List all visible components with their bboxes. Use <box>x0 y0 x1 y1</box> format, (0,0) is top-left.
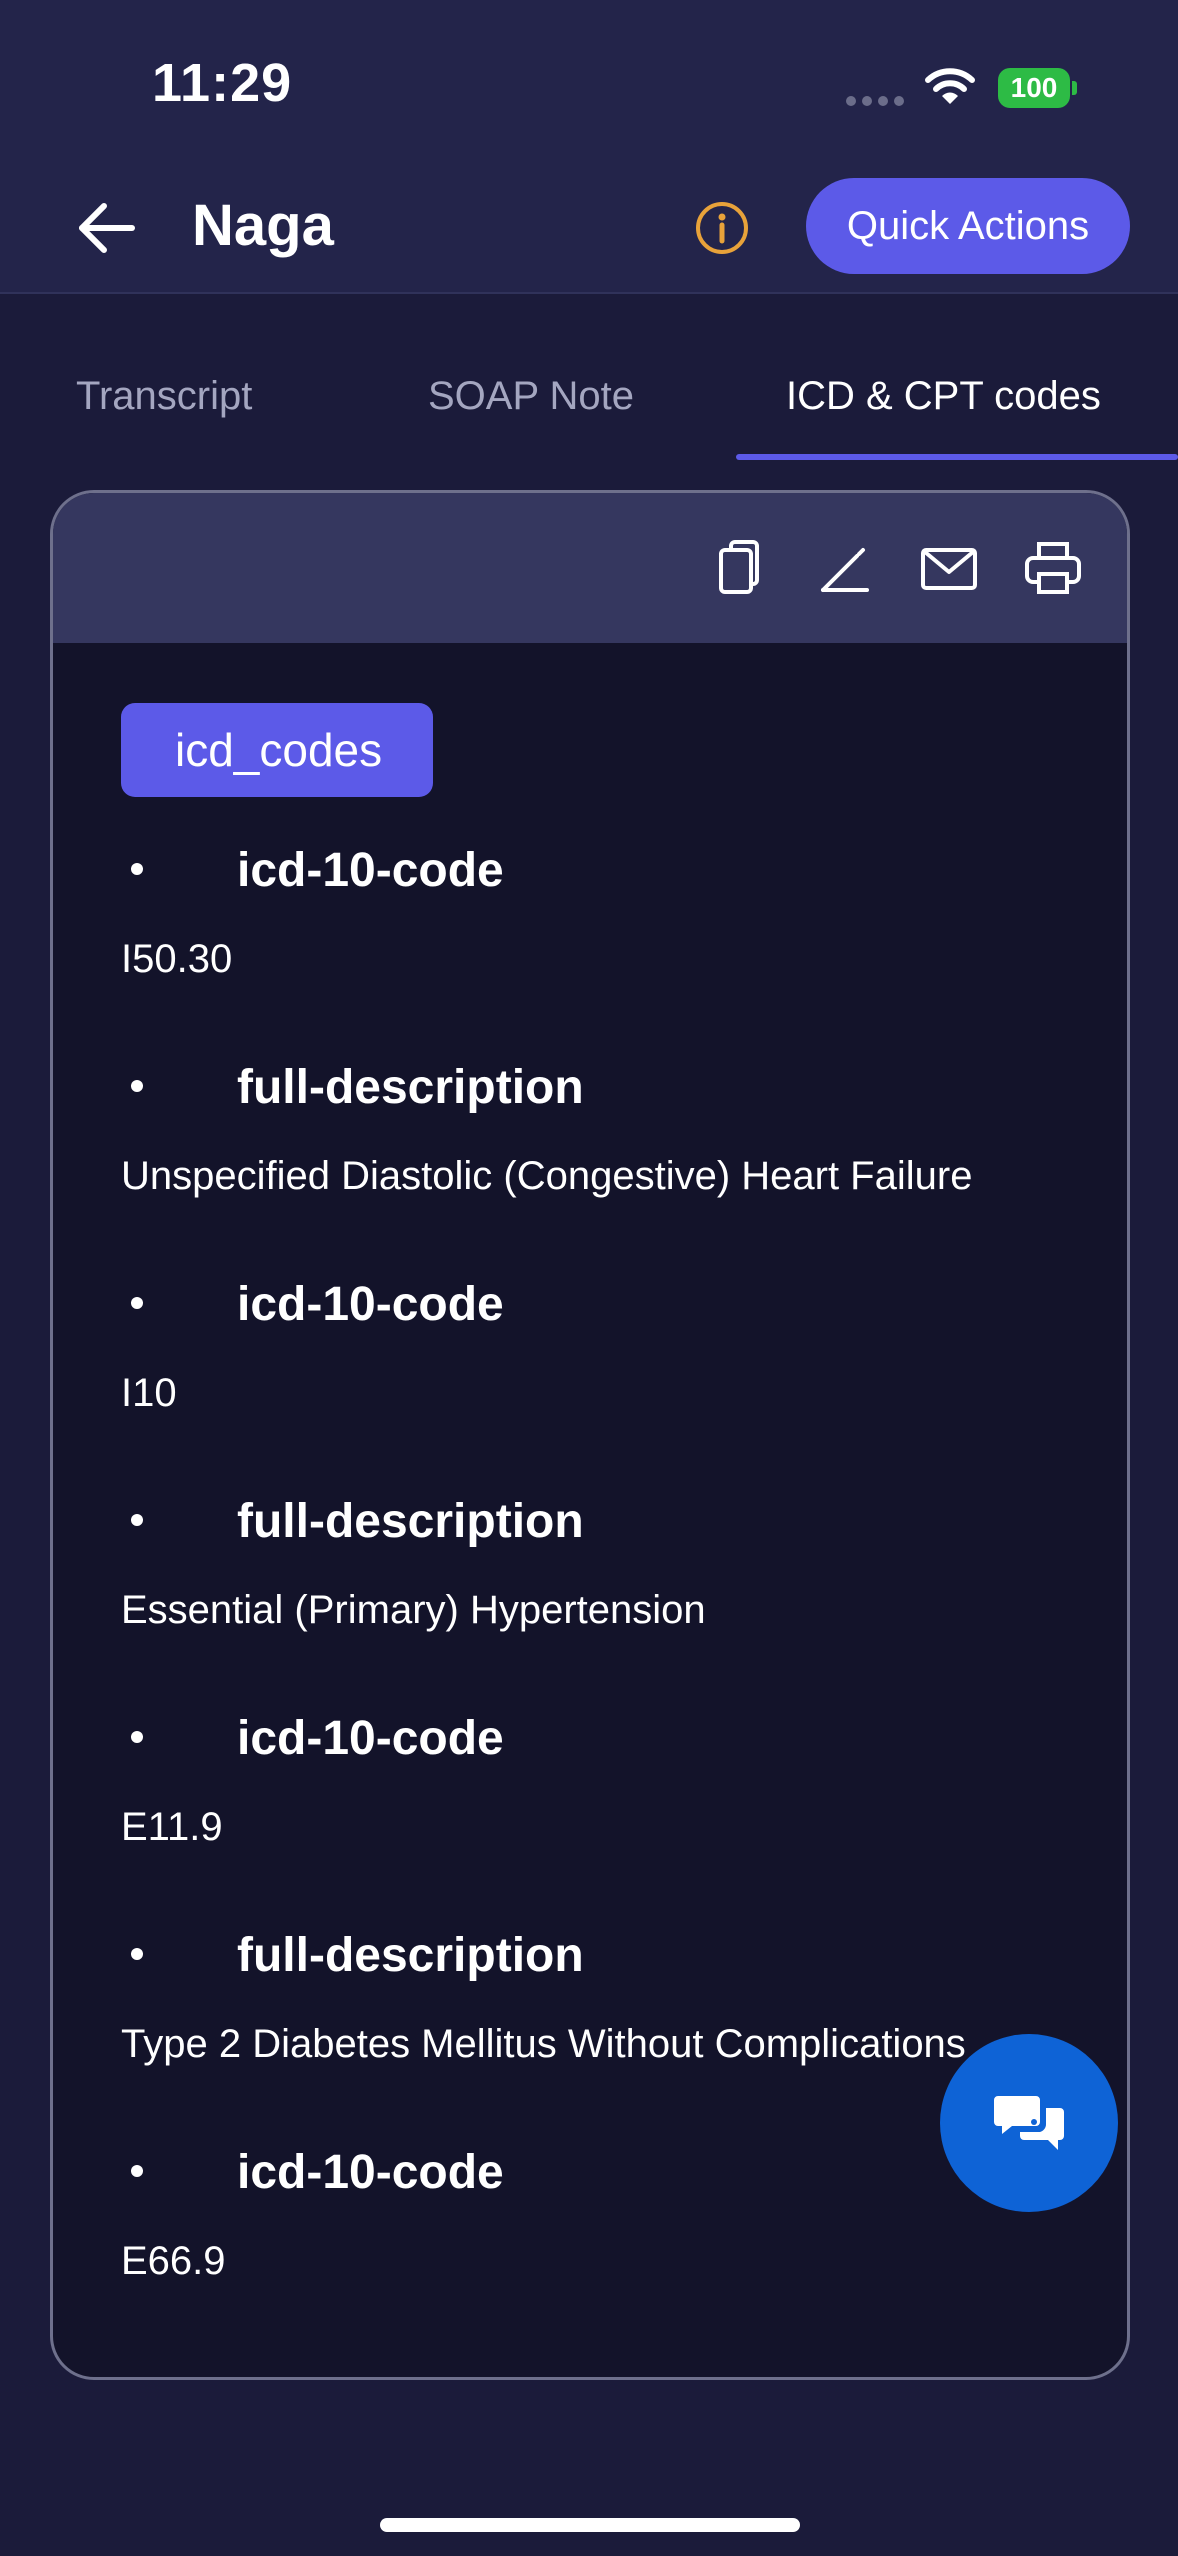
status-bar: 11:29 100 <box>0 0 1178 160</box>
section-badge: icd_codes <box>121 703 433 797</box>
info-icon[interactable] <box>694 200 750 256</box>
entry-value: E11.9 <box>121 1805 223 1849</box>
home-indicator <box>380 2518 800 2532</box>
print-icon[interactable] <box>1023 538 1083 598</box>
signal-dots-icon <box>846 96 904 106</box>
edit-pencil-icon[interactable] <box>815 538 875 598</box>
entry-value: I50.30 <box>121 937 233 981</box>
entry-key: icd-10-code <box>121 1277 504 1332</box>
battery-icon: 100 <box>998 68 1077 108</box>
entry-key-label: icd-10-code <box>237 2146 504 2199</box>
entry-key: full-description <box>121 1060 584 1115</box>
bullet-icon <box>131 1948 143 1961</box>
entry-key-label: full-description <box>237 1929 584 1982</box>
entry-value: Type 2 Diabetes Mellitus Without Complic… <box>121 2022 966 2066</box>
active-tab-indicator <box>736 454 1178 460</box>
entry-key-label: full-description <box>237 1495 584 1548</box>
bullet-icon <box>131 1080 143 1093</box>
tab-bar: Transcript SOAP Note ICD & CPT codes <box>0 350 1178 460</box>
bullet-icon <box>131 2165 143 2178</box>
tab-transcript[interactable]: Transcript <box>76 374 252 419</box>
back-arrow-icon[interactable] <box>72 198 142 258</box>
entry-value: I10 <box>121 1371 177 1415</box>
email-icon[interactable] <box>919 538 979 598</box>
page-title: Naga <box>192 193 334 258</box>
quick-actions-button[interactable]: Quick Actions <box>806 178 1130 274</box>
entry-key-label: icd-10-code <box>237 844 504 897</box>
status-time: 11:29 <box>152 53 293 113</box>
chat-button[interactable] <box>940 2034 1118 2212</box>
bullet-icon <box>131 1297 143 1310</box>
entry-key: icd-10-code <box>121 843 504 898</box>
bullet-icon <box>131 863 143 876</box>
entry-key-label: full-description <box>237 1061 584 1114</box>
copy-icon[interactable] <box>713 538 773 598</box>
bullet-icon <box>131 1514 143 1527</box>
codes-content: icd_codes icd-10-code I50.30 full-descri… <box>53 643 1127 2303</box>
battery-level: 100 <box>1010 72 1058 103</box>
entry-value: E66.9 <box>121 2239 226 2283</box>
card-toolbar <box>53 493 1127 643</box>
entry-key: full-description <box>121 1494 584 1549</box>
bullet-icon <box>131 1731 143 1744</box>
entry-key-label: icd-10-code <box>237 1278 504 1331</box>
app-header: Naga Quick Actions <box>0 160 1178 294</box>
tab-icd-cpt-codes[interactable]: ICD & CPT codes <box>786 374 1101 419</box>
entry-value: Essential (Primary) Hypertension <box>121 1588 706 1632</box>
entry-value: Unspecified Diastolic (Congestive) Heart… <box>121 1154 973 1198</box>
wifi-icon <box>925 68 975 104</box>
app-screen: 11:29 100 Naga Quick Actions Transcript … <box>0 0 1178 2556</box>
entry-key-label: icd-10-code <box>237 1712 504 1765</box>
entry-key: full-description <box>121 1928 584 1983</box>
entry-key: icd-10-code <box>121 1711 504 1766</box>
chat-bubbles-icon <box>994 2096 1064 2150</box>
tab-soap-note[interactable]: SOAP Note <box>428 374 634 419</box>
entry-key: icd-10-code <box>121 2145 504 2200</box>
